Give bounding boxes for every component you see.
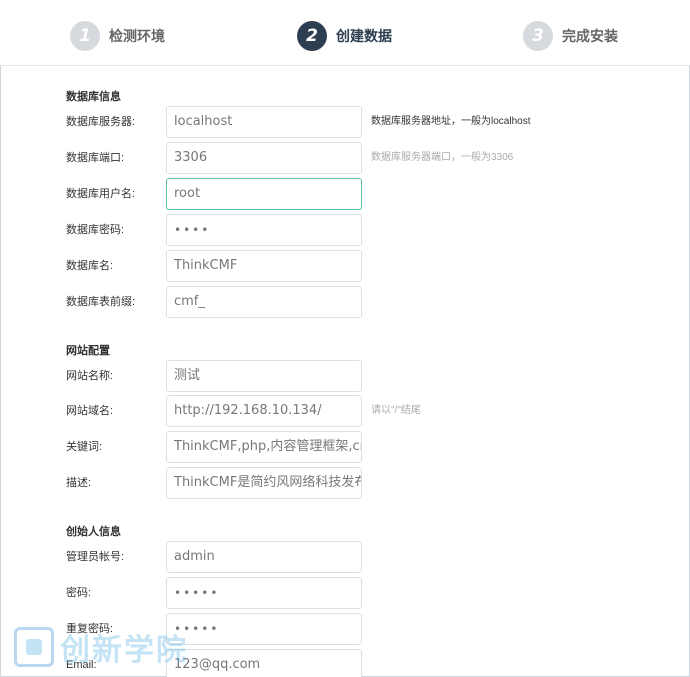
admin-pass-input[interactable]: ••••• [166, 577, 362, 609]
site-keywords-input[interactable]: ThinkCMF,php,内容管理框架,cmf [166, 431, 362, 463]
db-port-input[interactable]: 3306 [166, 142, 362, 174]
watermark: 创新学院 [14, 624, 188, 670]
site-name-row: 网站名称: 测试 [0, 360, 690, 392]
site-desc-row: 描述: ThinkCMF是简约风网络科技发布 [0, 467, 690, 499]
admin-account-row: 管理员帐号: admin [0, 541, 690, 573]
db-name-row: 数据库名: ThinkCMF [0, 250, 690, 282]
site-name-label: 网站名称: [66, 370, 114, 382]
db-prefix-label: 数据库表前缀: [66, 296, 136, 308]
site-name-input[interactable]: 测试 [166, 360, 362, 392]
db-user-input[interactable]: root [166, 178, 362, 210]
db-user-row: 数据库用户名: root [0, 178, 690, 210]
site-domain-row: 网站域名: http://192.168.10.134/ 请以"/"结尾 [0, 395, 690, 427]
db-host-input[interactable]: localhost [166, 106, 362, 138]
admin-account-label: 管理员帐号: [66, 551, 125, 563]
db-prefix-row: 数据库表前缀: cmf_ [0, 286, 690, 318]
db-pass-input[interactable]: •••• [166, 214, 362, 246]
db-host-row: 数据库服务器: localhost 数据库服务器地址，一般为localhost [0, 106, 690, 138]
section-title-site: 网站配置 [66, 345, 110, 357]
admin-account-input[interactable]: admin [166, 541, 362, 573]
db-port-label: 数据库端口: [66, 152, 125, 164]
step-label: 创建数据 [336, 28, 392, 44]
admin-pass-label: 密码: [66, 587, 92, 599]
site-keywords-label: 关键词: [66, 441, 103, 453]
section-title-db: 数据库信息 [66, 91, 121, 103]
watermark-text: 创新学院 [60, 634, 188, 667]
site-domain-hint: 请以"/"结尾 [371, 405, 421, 416]
db-prefix-input[interactable]: cmf_ [166, 286, 362, 318]
db-user-label: 数据库用户名: [66, 188, 136, 200]
db-pass-row: 数据库密码: •••• [0, 214, 690, 246]
section-title-founder: 创始人信息 [66, 526, 121, 538]
db-port-hint: 数据库服务器端口，一般为3306 [371, 152, 514, 163]
db-name-label: 数据库名: [66, 260, 114, 272]
step-number-2: 2 [297, 21, 327, 51]
admin-email-input[interactable]: 123@qq.com [166, 649, 362, 677]
step-number-1: 1 [70, 21, 100, 51]
step-check-env: 1 检测环境 [70, 21, 165, 51]
db-pass-label: 数据库密码: [66, 224, 125, 236]
step-label: 完成安装 [562, 28, 618, 44]
step-finish: 3 完成安装 [523, 21, 618, 51]
watermark-logo-icon [14, 627, 54, 667]
db-host-hint: 数据库服务器地址，一般为localhost [371, 116, 531, 127]
step-label: 检测环境 [109, 28, 165, 44]
site-domain-input[interactable]: http://192.168.10.134/ [166, 395, 362, 427]
db-name-input[interactable]: ThinkCMF [166, 250, 362, 282]
admin-pass-row: 密码: ••••• [0, 577, 690, 609]
admin-repass-input[interactable]: ••••• [166, 613, 362, 645]
step-create-data: 2 创建数据 [297, 21, 392, 51]
site-desc-input[interactable]: ThinkCMF是简约风网络科技发布 [166, 467, 362, 499]
site-keywords-row: 关键词: ThinkCMF,php,内容管理框架,cmf [0, 431, 690, 463]
site-desc-label: 描述: [66, 477, 92, 489]
db-port-row: 数据库端口: 3306 数据库服务器端口，一般为3306 [0, 142, 690, 174]
step-number-3: 3 [523, 21, 553, 51]
install-steps: 1 检测环境 2 创建数据 3 完成安装 [0, 0, 690, 66]
db-host-label: 数据库服务器: [66, 116, 136, 128]
site-domain-label: 网站域名: [66, 405, 114, 417]
